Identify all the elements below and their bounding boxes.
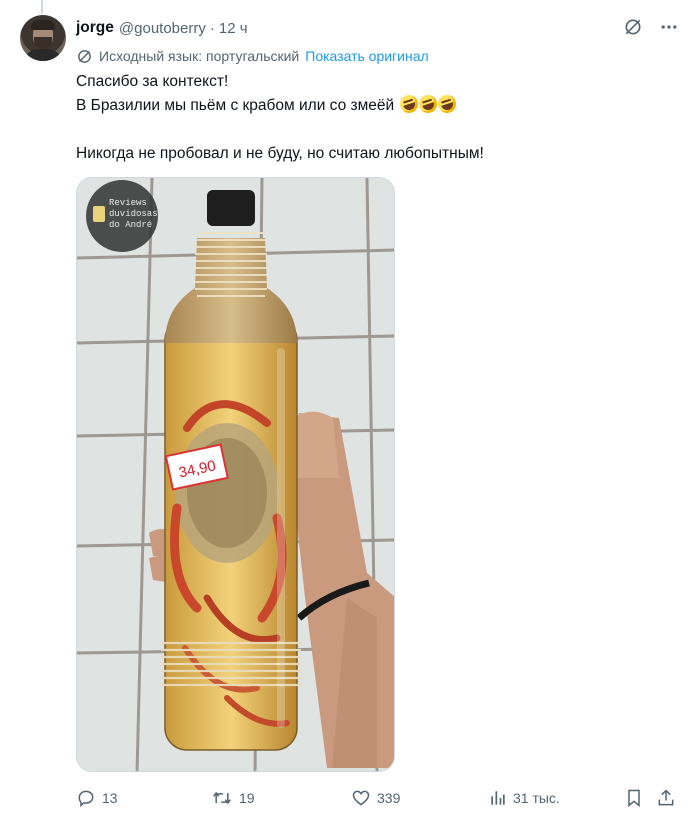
tweet-time[interactable]: 12 ч [219, 20, 248, 37]
share-button[interactable] [656, 788, 676, 808]
repost-count: 19 [239, 790, 255, 806]
thread-line [41, 0, 43, 14]
reply-button[interactable]: 13 [76, 788, 118, 808]
watermark-line: duvidosas [109, 209, 158, 219]
watermark-line: Reviews [109, 198, 147, 208]
bookmark-icon [624, 788, 644, 808]
show-original-link[interactable]: Показать оригинал [305, 48, 428, 64]
avatar-beard [34, 37, 52, 49]
translation-notice: Исходный язык: португальский [99, 48, 300, 64]
tweet-line: В Бразилии мы пьём с крабом или со змеёй [76, 97, 395, 114]
tweet-photo[interactable]: Reviews duvidosas do André 34,90 [76, 177, 395, 772]
watermark-line: do André [109, 220, 152, 230]
tweet-line: Спасибо за контекст! [76, 73, 229, 90]
repost-button[interactable]: 19 [211, 788, 255, 808]
like-count: 339 [377, 790, 401, 806]
tweet-line-with-emoji: В Бразилии мы пьём с крабом или со змеёй [76, 92, 676, 118]
avatar-hair [31, 20, 55, 30]
like-button[interactable]: 339 [351, 788, 400, 808]
views-icon [489, 788, 507, 808]
tweet-text: Спасибо за контекст! В Бразилии мы пьём … [76, 70, 676, 166]
heart-icon [351, 788, 371, 808]
separator-dot: · [209, 19, 215, 37]
repost-icon [211, 788, 233, 808]
avatar[interactable] [20, 15, 66, 61]
translate-icon[interactable] [622, 16, 644, 38]
tweet-actions: 13 19 339 31 тыс. [76, 788, 680, 812]
translation-notice-row: Исходный язык: португальский Показать ор… [76, 46, 429, 66]
author-handle[interactable]: @goutoberry [119, 20, 206, 37]
avatar-shirt [24, 49, 62, 61]
laughing-emoji-icon [416, 92, 439, 116]
reply-count: 13 [102, 790, 118, 806]
bookmark-button[interactable] [624, 788, 644, 808]
translate-icon [76, 48, 93, 65]
views-button[interactable]: 31 тыс. [489, 788, 560, 808]
header-actions [622, 16, 680, 38]
reply-icon [76, 788, 96, 808]
author-name[interactable]: jorge [76, 19, 114, 37]
tweet-header: jorge @goutoberry · 12 ч [76, 17, 680, 39]
tweet-line: Никогда не пробовал и не буду, но считаю… [76, 145, 484, 162]
more-icon[interactable] [658, 16, 680, 38]
laughing-emoji-icon [397, 92, 420, 116]
laughing-emoji-icon [435, 92, 458, 116]
photo-bottle-with-crab: Reviews duvidosas do André 34,90 [77, 178, 394, 771]
share-icon [656, 788, 676, 808]
views-count: 31 тыс. [513, 790, 560, 806]
